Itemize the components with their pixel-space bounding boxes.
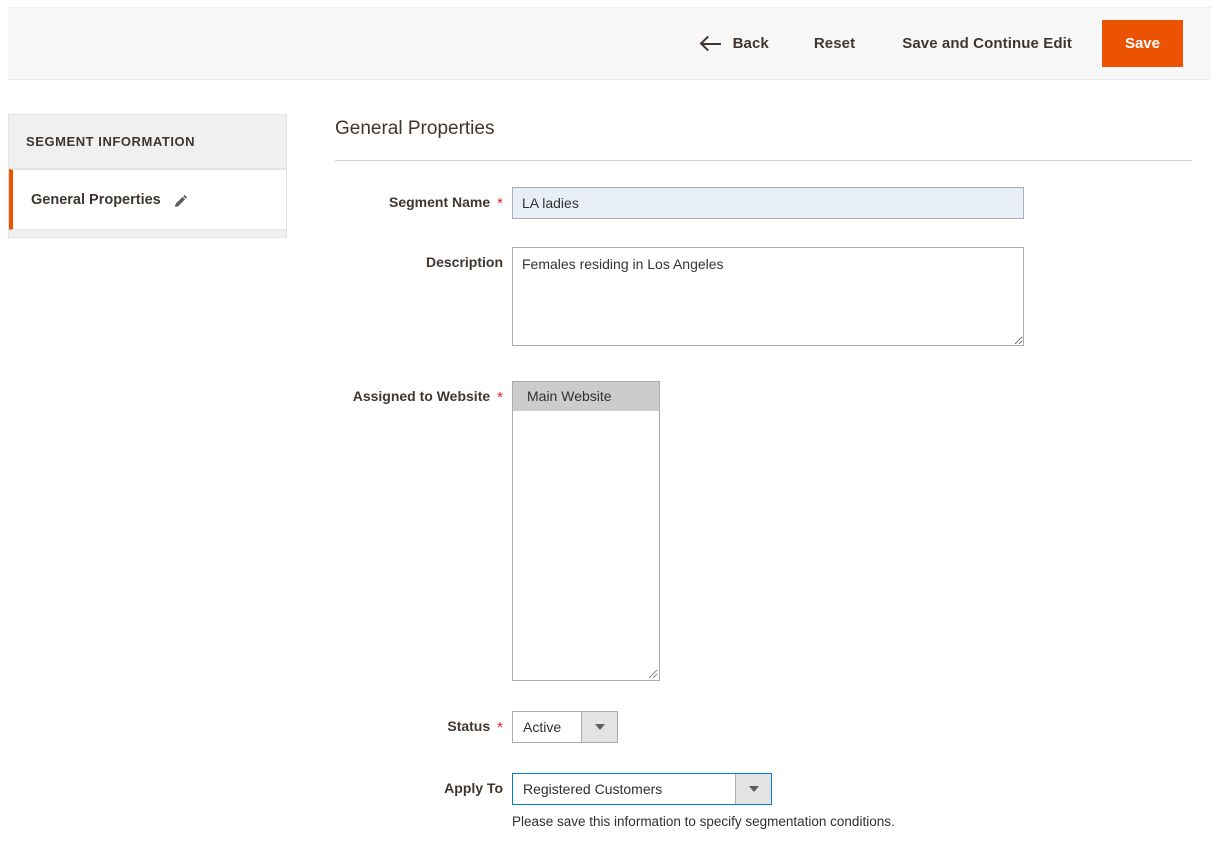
segment-name-label: Segment Name [389, 194, 490, 210]
save-and-continue-edit-button[interactable]: Save and Continue Edit [902, 35, 1072, 52]
resize-grip-icon [644, 665, 658, 679]
field-row-apply-to: Apply To Registered Customers Please sav… [335, 773, 1195, 829]
page-title: General Properties [335, 118, 1195, 140]
assigned-to-website-control-cell: Main Website [503, 381, 660, 681]
segment-name-label-cell: Segment Name * [335, 187, 503, 210]
chevron-down-icon [595, 724, 605, 730]
status-select[interactable]: Active [512, 711, 618, 743]
description-textarea[interactable] [512, 247, 1024, 346]
arrow-left-icon [702, 36, 722, 52]
status-control-cell: Active [503, 711, 618, 743]
status-label: Status [447, 718, 490, 734]
required-indicator: * [497, 196, 503, 211]
general-properties-form: General Properties Segment Name * Descri… [335, 118, 1195, 829]
sidebar-item-list: General Properties [8, 168, 287, 238]
description-label-cell: Description [335, 247, 503, 270]
status-select-value: Active [513, 712, 581, 742]
field-row-assigned-to-website: Assigned to Website * Main Website [335, 381, 1195, 681]
field-row-status: Status * Active [335, 711, 1195, 743]
required-indicator: * [497, 390, 503, 405]
section-divider [335, 160, 1192, 161]
status-select-arrow[interactable] [581, 712, 617, 742]
sidebar-item-general-properties[interactable]: General Properties [9, 169, 286, 230]
description-label: Description [426, 254, 503, 270]
assigned-to-website-label-cell: Assigned to Website * [335, 381, 503, 404]
pencil-icon [173, 193, 189, 209]
segment-information-sidebar: SEGMENT INFORMATION General Properties [8, 114, 287, 238]
segment-name-control-cell [503, 187, 1024, 219]
status-label-cell: Status * [335, 711, 503, 734]
apply-to-select[interactable]: Registered Customers [512, 773, 772, 805]
description-control-cell [503, 247, 1024, 351]
apply-to-select-value: Registered Customers [513, 774, 735, 804]
apply-to-label: Apply To [444, 780, 503, 796]
save-button[interactable]: Save [1102, 20, 1183, 67]
apply-to-control-cell: Registered Customers Please save this in… [503, 773, 895, 829]
field-row-segment-name: Segment Name * [335, 187, 1195, 219]
assigned-to-website-multiselect[interactable]: Main Website [512, 381, 660, 681]
reset-button[interactable]: Reset [814, 35, 855, 52]
sidebar-header: SEGMENT INFORMATION [8, 114, 287, 168]
sidebar-item-label: General Properties [31, 192, 161, 208]
apply-to-note: Please save this information to specify … [512, 814, 895, 829]
page-actions-toolbar: Back Reset Save and Continue Edit Save [8, 7, 1211, 80]
field-row-description: Description [335, 247, 1195, 351]
multiselect-option-main-website[interactable]: Main Website [513, 382, 659, 411]
required-indicator: * [497, 720, 503, 735]
segment-name-input[interactable] [512, 187, 1024, 219]
apply-to-select-arrow[interactable] [735, 774, 771, 804]
apply-to-label-cell: Apply To [335, 773, 503, 796]
chevron-down-icon [749, 786, 759, 792]
back-button[interactable]: Back [702, 35, 769, 52]
back-button-label: Back [733, 35, 769, 52]
assigned-to-website-label: Assigned to Website [353, 388, 490, 404]
